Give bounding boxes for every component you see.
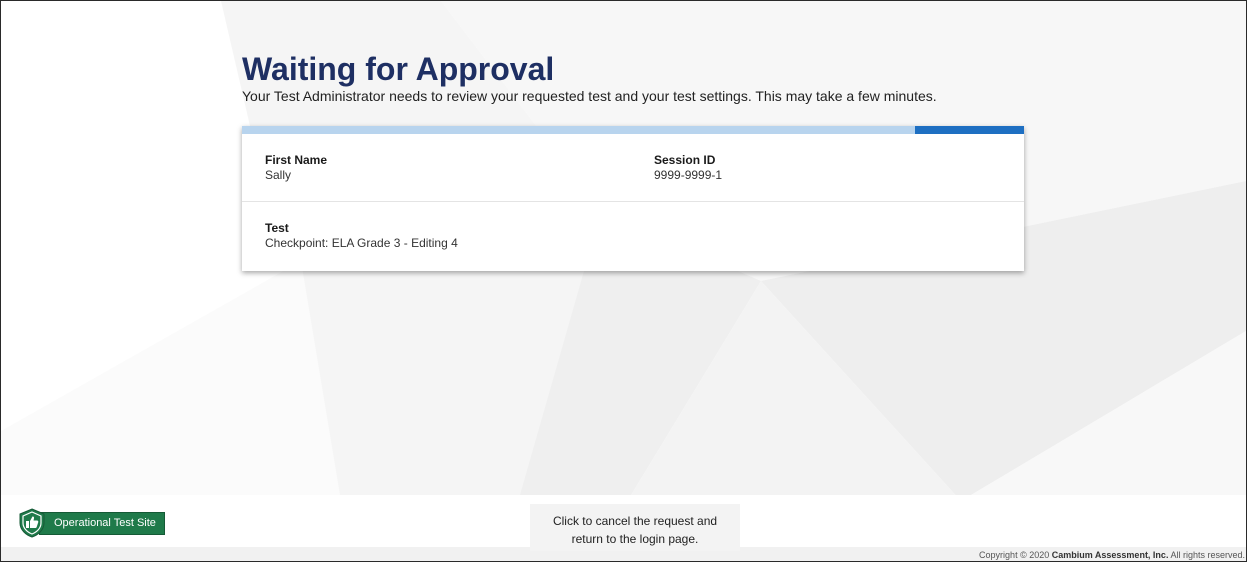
page-title: Waiting for Approval <box>242 51 555 87</box>
approval-progress-bar <box>242 126 1024 134</box>
test-value: Checkpoint: ELA Grade 3 - Editing 4 <box>265 236 458 250</box>
app-window: Waiting for Approval Your Test Administr… <box>0 0 1247 562</box>
site-badge-label: Operational Test Site <box>39 511 165 535</box>
page-header: Waiting for Approval Your Test Administr… <box>242 49 1024 105</box>
first-name-value: Sally <box>265 168 292 182</box>
session-id-field: Session ID 9999-9999-1 <box>654 153 722 183</box>
approval-details-card: First Name Sally Session ID 9999-9999-1 … <box>242 126 1024 271</box>
test-label: Test <box>265 221 289 235</box>
session-id-label: Session ID <box>654 153 716 167</box>
page-subtitle: Your Test Administrator needs to review … <box>242 88 937 104</box>
approval-progress-fill <box>915 126 1024 134</box>
copyright-text: Copyright © 2020 Cambium Assessment, Inc… <box>979 550 1245 560</box>
cancel-button-line-2: return to the login page. <box>571 532 699 546</box>
first-name-field: First Name Sally <box>265 153 327 183</box>
details-row-student: First Name Sally Session ID 9999-9999-1 <box>242 134 1024 202</box>
copyright-company: Cambium Assessment, Inc. <box>1051 550 1169 560</box>
cancel-button-line-1: Click to cancel the request and <box>552 514 718 528</box>
first-name-label: First Name <box>265 153 328 167</box>
test-field: Test Checkpoint: ELA Grade 3 - Editing 4 <box>265 221 458 251</box>
session-id-value: 9999-9999-1 <box>654 168 723 182</box>
details-row-test: Test Checkpoint: ELA Grade 3 - Editing 4 <box>242 202 1024 271</box>
copyright-suffix: All rights reserved. <box>1170 550 1245 560</box>
shield-thumbs-up-icon <box>19 508 45 538</box>
cancel-request-button[interactable]: Click to cancel the request and return t… <box>530 504 740 551</box>
copyright-prefix: Copyright © 2020 <box>979 550 1050 560</box>
operational-site-badge: Operational Test Site <box>17 508 165 538</box>
